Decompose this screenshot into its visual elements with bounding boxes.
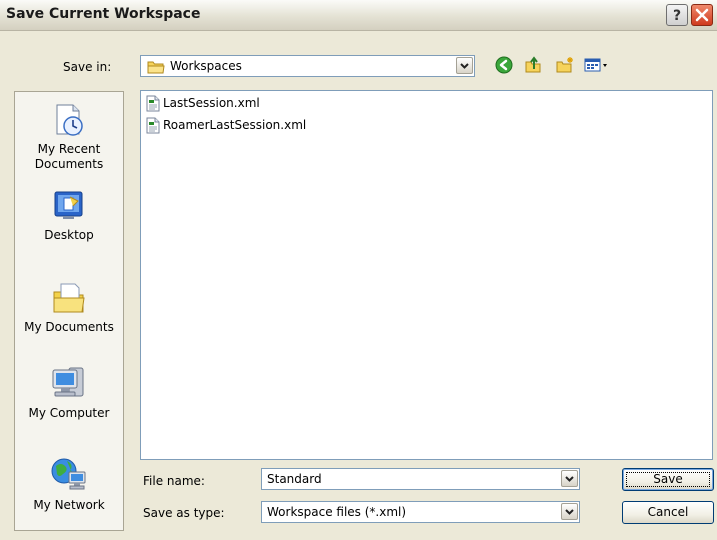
title-bar[interactable]: Save Current Workspace ? [0,0,717,31]
save-as-type-dropdown-button[interactable] [561,503,578,520]
place-my-documents[interactable]: My Documents [15,280,123,335]
folder-icon [147,61,165,74]
file-name: LastSession.xml [163,96,260,110]
file-name-value: Standard [267,472,322,486]
my-computer-icon [52,367,84,397]
file-name: RoamerLastSession.xml [163,118,307,132]
my-documents-icon [53,283,85,313]
desktop-icon [54,191,83,219]
place-label: My Computer [28,406,110,420]
close-button[interactable] [691,4,713,26]
xml-file-icon [146,95,160,112]
save-as-type-dropdown[interactable]: Workspace files (*.xml) [261,501,580,523]
focus-ring [626,472,710,487]
chevron-down-icon [565,476,574,482]
place-my-computer[interactable]: My Computer [15,364,123,421]
view-menu-icon[interactable] [584,56,610,74]
file-name-label: File name: [143,474,205,488]
save-in-dropdown[interactable]: Workspaces [140,55,475,77]
chevron-down-icon [565,509,574,515]
file-name-dropdown-button[interactable] [561,470,578,487]
place-label: Documents [34,157,104,171]
svg-text:?: ? [673,8,681,24]
up-folder-icon[interactable] [524,56,542,74]
place-my-recent-documents[interactable]: My Recent Documents [15,102,123,172]
back-icon[interactable] [495,56,513,74]
save-in-label: Save in: [63,60,112,74]
place-label: My Recent [37,142,101,156]
close-icon [695,8,709,22]
chevron-down-icon [460,63,469,69]
save-as-type-value: Workspace files (*.xml) [267,505,407,519]
my-recent-documents-icon [56,104,83,136]
xml-file-icon [146,117,160,134]
file-name-input[interactable]: Standard [261,468,580,490]
place-label: My Network [33,498,105,512]
place-label: My Documents [24,320,114,334]
place-desktop[interactable]: Desktop [15,188,123,243]
save-button[interactable]: Save [622,468,714,491]
save-in-value: Workspaces [170,59,242,73]
help-icon: ? [673,8,681,24]
help-button[interactable]: ? [666,4,688,26]
window-title: Save Current Workspace [6,6,201,22]
my-network-icon [51,458,86,490]
place-label: Desktop [44,228,94,242]
save-as-type-label: Save as type: [143,506,225,520]
cancel-button[interactable]: Cancel [622,501,714,524]
file-list[interactable]: LastSession.xml RoamerLastSession.xml [140,90,713,460]
place-my-network[interactable]: My Network [15,456,123,513]
places-bar: My Recent Documents Desktop My Documents… [14,91,124,531]
save-in-dropdown-button[interactable] [456,57,473,74]
cancel-button-label: Cancel [647,505,689,519]
new-folder-icon[interactable] [555,56,575,74]
